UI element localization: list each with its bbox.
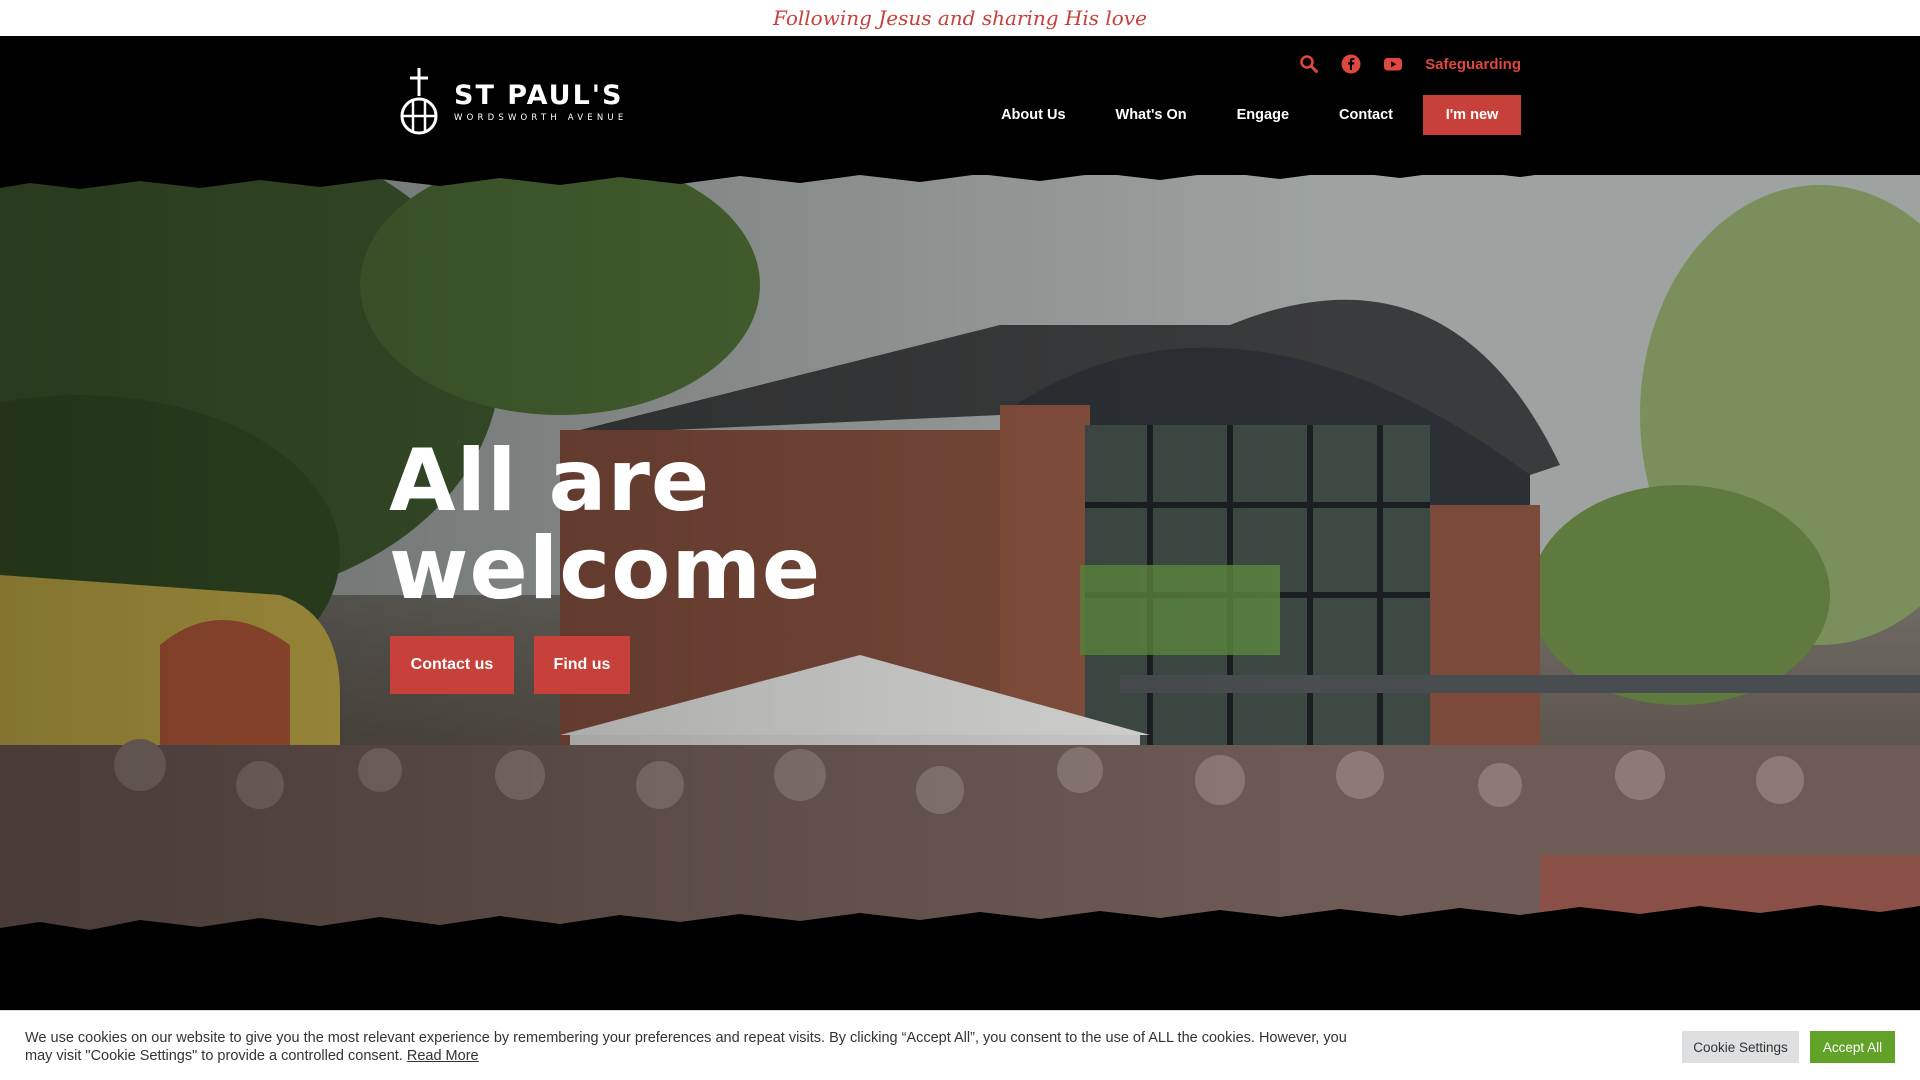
cookie-banner: We use cookies on our website to give yo… bbox=[0, 1010, 1920, 1080]
hero-section: All are welcome Contact us Find us bbox=[0, 175, 1920, 935]
nav-item-about-us[interactable]: About Us bbox=[976, 107, 1090, 123]
nav-item-engage[interactable]: Engage bbox=[1212, 107, 1314, 123]
site-logo[interactable]: ST PAUL'S WORDSWORTH AVENUE bbox=[398, 66, 627, 138]
church-logo-icon bbox=[400, 68, 438, 135]
tagline-bar: Following Jesus and sharing His love bbox=[0, 0, 1920, 36]
cookie-text: We use cookies on our website to give yo… bbox=[25, 1030, 1347, 1064]
cookie-settings-button[interactable]: Cookie Settings bbox=[1682, 1031, 1799, 1063]
nav-item-contact[interactable]: Contact bbox=[1314, 107, 1418, 123]
find-us-button[interactable]: Find us bbox=[534, 636, 630, 694]
hero-overlay bbox=[0, 175, 1920, 935]
facebook-icon[interactable] bbox=[1341, 54, 1361, 74]
safeguarding-link[interactable]: Safeguarding bbox=[1425, 56, 1521, 73]
contact-us-button[interactable]: Contact us bbox=[390, 636, 514, 694]
hero-title-line-1: All are bbox=[389, 431, 711, 531]
hero-title-line-2: welcome bbox=[389, 519, 822, 619]
youtube-icon[interactable] bbox=[1383, 54, 1403, 74]
tagline: Following Jesus and sharing His love bbox=[773, 6, 1147, 30]
hero-buttons: Contact us Find us bbox=[390, 636, 630, 694]
torn-edge-top bbox=[0, 150, 1920, 189]
nav-item-whats-on[interactable]: What's On bbox=[1091, 107, 1212, 123]
cookie-message: We use cookies on our website to give yo… bbox=[25, 1029, 1365, 1065]
accept-all-button[interactable]: Accept All bbox=[1810, 1031, 1895, 1063]
search-icon[interactable] bbox=[1299, 54, 1319, 74]
im-new-button[interactable]: I'm new bbox=[1423, 95, 1521, 135]
logo-subtitle: WORDSWORTH AVENUE bbox=[454, 113, 628, 123]
logo-title: ST PAUL'S bbox=[454, 80, 624, 111]
utility-bar: Safeguarding bbox=[1299, 54, 1521, 74]
read-more-link[interactable]: Read More bbox=[407, 1048, 479, 1064]
main-nav: About Us What's On Engage Contact I'm ne… bbox=[976, 95, 1521, 135]
torn-edge-bottom bbox=[0, 905, 1920, 1010]
hero-title: All are welcome bbox=[389, 437, 821, 613]
